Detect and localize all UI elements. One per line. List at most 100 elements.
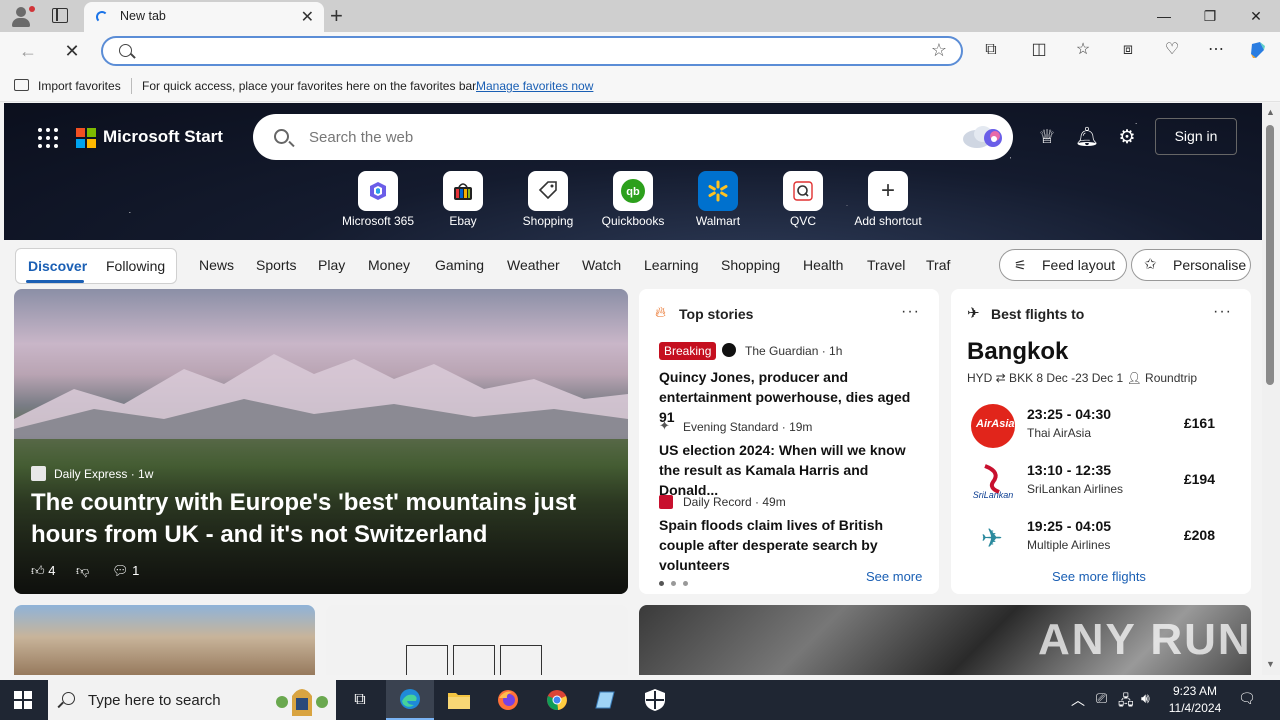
shortcut-label: Add shortcut [854,214,922,228]
shortcut-quickbooks[interactable]: qb Quickbooks [588,171,678,228]
shortcut-walmart[interactable]: Walmart [673,171,763,228]
category-health[interactable]: Health [803,257,843,273]
shortcut-shopping[interactable]: Shopping [503,171,593,228]
close-window-button[interactable]: ✕ [1233,4,1279,28]
category-shopping[interactable]: Shopping [721,257,780,273]
chrome-icon[interactable] [533,680,581,720]
extensions-icon[interactable]: ⧉ [981,40,1001,60]
address-bar[interactable]: ☆ [101,36,963,66]
shortcut-ebay[interactable]: Ebay [418,171,508,228]
task-view-icon[interactable]: ⧉ [336,680,384,720]
notifications-icon[interactable]: 🗨︎ [1238,690,1256,707]
import-favorites-button[interactable]: Import favorites [38,79,121,93]
shopping-tag-icon [538,181,557,200]
taskbar-search-box[interactable]: Type here to search [48,680,336,720]
category-learning[interactable]: Learning [644,257,699,273]
category-travel[interactable]: Travel [867,257,905,273]
more-options-icon[interactable]: ··· [901,303,920,321]
notifications-bell-icon[interactable]: 🔔︎ [1075,126,1099,150]
brand-name[interactable]: Microsoft Start [103,127,223,147]
tab-discover[interactable]: Discover [28,258,87,274]
volume-icon[interactable]: 🔊︎ [1141,690,1150,707]
category-news[interactable]: News [199,257,234,273]
hero-headline[interactable]: The country with Europe's 'best' mountai… [31,487,591,551]
browser-essentials-icon[interactable]: ♡ [1162,40,1182,60]
system-clock[interactable]: 9:23 AM 11/4/2024 [1165,683,1225,717]
rewards-icon[interactable]: ♕ [1035,126,1059,150]
profile-icon[interactable] [8,4,36,28]
copilot-search-icon[interactable] [959,123,1003,151]
shortcut-label: Ebay [449,214,477,228]
category-gaming[interactable]: Gaming [435,257,484,273]
feed-layout-button[interactable]: ⚟ Feed layout [999,249,1127,281]
show-hidden-icons-chevron-icon[interactable]: ︿ [1071,690,1085,710]
windows-start-icon[interactable] [14,691,32,709]
category-sports[interactable]: Sports [256,257,296,273]
shortcut-microsoft-365[interactable]: Microsoft 365 [333,171,423,228]
copilot-icon[interactable] [1248,40,1268,60]
story-headline[interactable]: Spain floods claim lives of British coup… [659,515,919,575]
manage-favorites-link[interactable]: Manage favorites now [476,79,593,93]
airline-name: SriLankan Airlines [1027,482,1124,496]
app-launcher-icon[interactable] [38,128,58,148]
hero-article-card[interactable]: Daily Express · 1w The country with Euro… [14,289,628,594]
restore-button[interactable]: ❐ [1187,4,1233,28]
web-search-box[interactable]: Search the web [253,114,1013,160]
page-scrollbar[interactable]: ▲ ▼ [1262,103,1280,675]
category-play[interactable]: Play [318,257,345,273]
shortcut-label: Shopping [522,214,574,228]
tab-following[interactable]: Following [106,258,165,274]
microsoft-logo-icon [76,128,96,148]
see-more-link[interactable]: See more [866,569,922,584]
flight-price: £194 [1183,471,1215,487]
article-card[interactable] [14,605,315,675]
flight-option[interactable]: AirAsia 23:25 - 04:30 Thai AirAsia £161 [967,402,1237,450]
plus-icon: + [880,177,895,204]
article-card[interactable] [326,605,628,675]
stop-loading-icon[interactable]: ✕ [61,40,83,62]
minimize-button[interactable]: — [1141,4,1187,28]
flight-option[interactable]: ✈ 19:25 - 04:05 Multiple Airlines £208 [967,514,1237,562]
carousel-pager[interactable] [659,573,695,591]
split-screen-icon[interactable]: ◫ [1029,40,1049,60]
article-source: Daily Express · 1w [54,467,154,481]
category-weather[interactable]: Weather [507,257,560,273]
quickbooks-icon: qb [621,179,645,203]
edge-taskbar-icon[interactable] [386,680,434,720]
shortcut-qvc[interactable]: QVC [758,171,848,228]
category-watch[interactable]: Watch [582,257,621,273]
settings-gear-icon[interactable]: ⚙ [1115,126,1139,150]
daily-record-logo-icon [659,495,673,509]
category-money[interactable]: Money [368,257,410,273]
firefox-icon[interactable] [484,680,532,720]
dislike-icon[interactable]: 👎︎ [76,563,89,579]
favorite-star-icon[interactable]: ☆ [931,40,947,61]
network-icon[interactable]: 🖧︎ [1118,690,1134,714]
more-options-icon[interactable]: ··· [1213,303,1232,321]
new-tab-button[interactable]: + [330,3,343,29]
personalise-button[interactable]: ✩ Personalise [1131,249,1251,281]
tab-new-tab[interactable]: New tab ✕ [84,2,324,32]
story-headline[interactable]: US election 2024: When will we know the … [659,440,919,500]
like-button[interactable]: 👍︎ 4 [31,563,55,579]
destination-city[interactable]: Bangkok [967,338,1068,366]
add-shortcut-button[interactable]: + Add shortcut [843,171,933,228]
device-icon[interactable]: ⎚ [1096,690,1107,707]
see-more-flights-link[interactable]: See more flights [1052,569,1146,584]
comments-button[interactable]: 💬︎ 1 [112,563,139,579]
more-menu-icon[interactable]: ⋯ [1206,40,1226,60]
story-headline[interactable]: Quincy Jones, producer and entertainment… [659,367,919,427]
flight-time: 13:10 - 12:35 [1027,462,1112,478]
favorites-icon[interactable]: ☆ [1073,40,1093,60]
sign-in-button[interactable]: Sign in [1155,118,1237,155]
collections-icon[interactable]: ⧈ [1118,40,1138,60]
file-explorer-icon[interactable] [435,680,483,720]
category-traffic[interactable]: Traf [926,257,950,273]
security-shield-icon[interactable] [631,680,679,720]
close-tab-icon[interactable]: ✕ [301,7,314,27]
back-icon[interactable]: ← [17,40,39,62]
flight-option[interactable]: SriLankan 13:10 - 12:35 SriLankan Airlin… [967,458,1237,506]
tab-actions-icon[interactable] [52,8,68,23]
search-icon [119,44,132,57]
notepad-app-icon[interactable] [582,680,630,720]
